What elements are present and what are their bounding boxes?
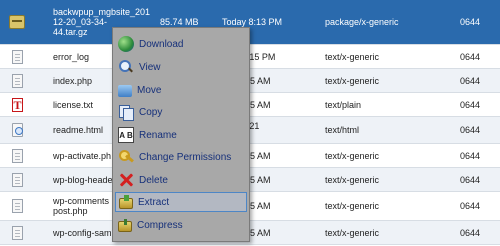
menu-item-view[interactable]: View: [115, 57, 247, 77]
menu-item-extract[interactable]: Extract: [115, 192, 247, 212]
table-row[interactable]: readme.html 2015 11:21 text/html 0644: [0, 117, 500, 144]
file-type: text/html: [325, 125, 360, 135]
table-row[interactable]: T license.txt 2015 4:55 AM text/plain 06…: [0, 93, 500, 117]
menu-item-download[interactable]: Download: [115, 34, 247, 54]
move-icon: [118, 85, 132, 97]
file-name: readme.html: [53, 125, 104, 135]
file-icon: [11, 199, 23, 213]
menu-item-move[interactable]: Move: [115, 80, 247, 100]
menu-item-label: Copy: [139, 106, 163, 118]
key-icon: [118, 149, 134, 165]
file-type: text/x-generic: [325, 227, 380, 238]
table-row[interactable]: error_log 2015 11:15 PM text/x-generic 0…: [0, 45, 500, 69]
menu-item-delete[interactable]: Delete: [115, 170, 247, 190]
extract-icon: [119, 195, 133, 209]
file-size: 85.74 MB: [160, 17, 199, 27]
archive-icon: [9, 15, 25, 29]
file-icon: [11, 73, 23, 88]
file-name: wp-config-sam: [53, 227, 112, 238]
delete-x-icon: [118, 172, 134, 188]
table-row[interactable]: index.php 2015 4:55 AM text/x-generic 06…: [0, 69, 500, 93]
table-row-selected[interactable]: backwpup_mgbsite_201 12-20_03-34- 44.tar…: [0, 0, 500, 45]
file-name: wp-blog-heade: [53, 174, 113, 185]
file-type: text/plain: [325, 99, 362, 110]
file-perms: 0644: [460, 227, 481, 238]
file-icon: [11, 172, 23, 187]
file-perms: 0644: [460, 51, 481, 62]
file-name: wp-comments post.php: [53, 196, 110, 216]
file-type: text/x-generic: [325, 174, 380, 185]
file-perms: 0644: [460, 125, 481, 135]
menu-item-label: Extract: [138, 196, 170, 208]
copy-icon: [118, 104, 134, 121]
rename-icon: A B: [118, 127, 134, 143]
menu-item-label: Download: [139, 38, 184, 50]
file-type: text/x-generic: [325, 75, 380, 86]
file-name: license.txt: [53, 99, 94, 110]
html-file-icon: [11, 123, 23, 137]
menu-item-copy[interactable]: Copy: [115, 102, 247, 122]
menu-item-label: Compress: [137, 219, 183, 231]
context-menu: Download View Move Copy A B Rename Chang…: [112, 27, 250, 242]
table-row[interactable]: wp-comments post.php 2015 4:55 AM text/x…: [0, 192, 500, 221]
table-row[interactable]: wp-activate.ph 2015 4:55 AM text/x-gener…: [0, 144, 500, 168]
file-modified: Today 8:13 PM: [222, 17, 283, 27]
file-type: text/x-generic: [325, 150, 380, 161]
file-type: text/x-generic: [325, 201, 380, 211]
compress-icon: [118, 219, 132, 232]
menu-item-label: Rename: [139, 129, 177, 141]
file-perms: 0644: [460, 150, 481, 161]
file-perms: 0644: [460, 201, 481, 211]
file-perms: 0644: [460, 75, 481, 86]
file-type: package/x-generic: [325, 17, 399, 27]
magnifier-icon: [118, 59, 134, 75]
file-name: index.php: [53, 75, 93, 86]
file-icon: [11, 225, 23, 240]
menu-item-change-permissions[interactable]: Change Permissions: [115, 147, 247, 167]
menu-item-label: Delete: [139, 174, 168, 186]
menu-item-label: Move: [137, 84, 162, 96]
text-file-icon: T: [11, 97, 23, 112]
menu-item-label: View: [139, 61, 161, 73]
file-icon: [11, 148, 23, 163]
file-name: wp-activate.ph: [53, 150, 112, 161]
download-globe-icon: [118, 36, 134, 52]
menu-item-compress[interactable]: Compress: [115, 215, 247, 235]
file-perms: 0644: [460, 17, 481, 27]
table-row[interactable]: wp-config-sam 2015 4:55 AM text/x-generi…: [0, 221, 500, 245]
table-row[interactable]: wp-blog-heade 2015 4:55 AM text/x-generi…: [0, 168, 500, 192]
file-perms: 0644: [460, 174, 481, 185]
menu-item-rename[interactable]: A B Rename: [115, 125, 247, 145]
file-perms: 0644: [460, 99, 481, 110]
file-icon: [11, 49, 23, 64]
file-name: error_log: [53, 51, 90, 62]
menu-item-label: Change Permissions: [139, 151, 232, 163]
file-type: text/x-generic: [325, 51, 380, 62]
